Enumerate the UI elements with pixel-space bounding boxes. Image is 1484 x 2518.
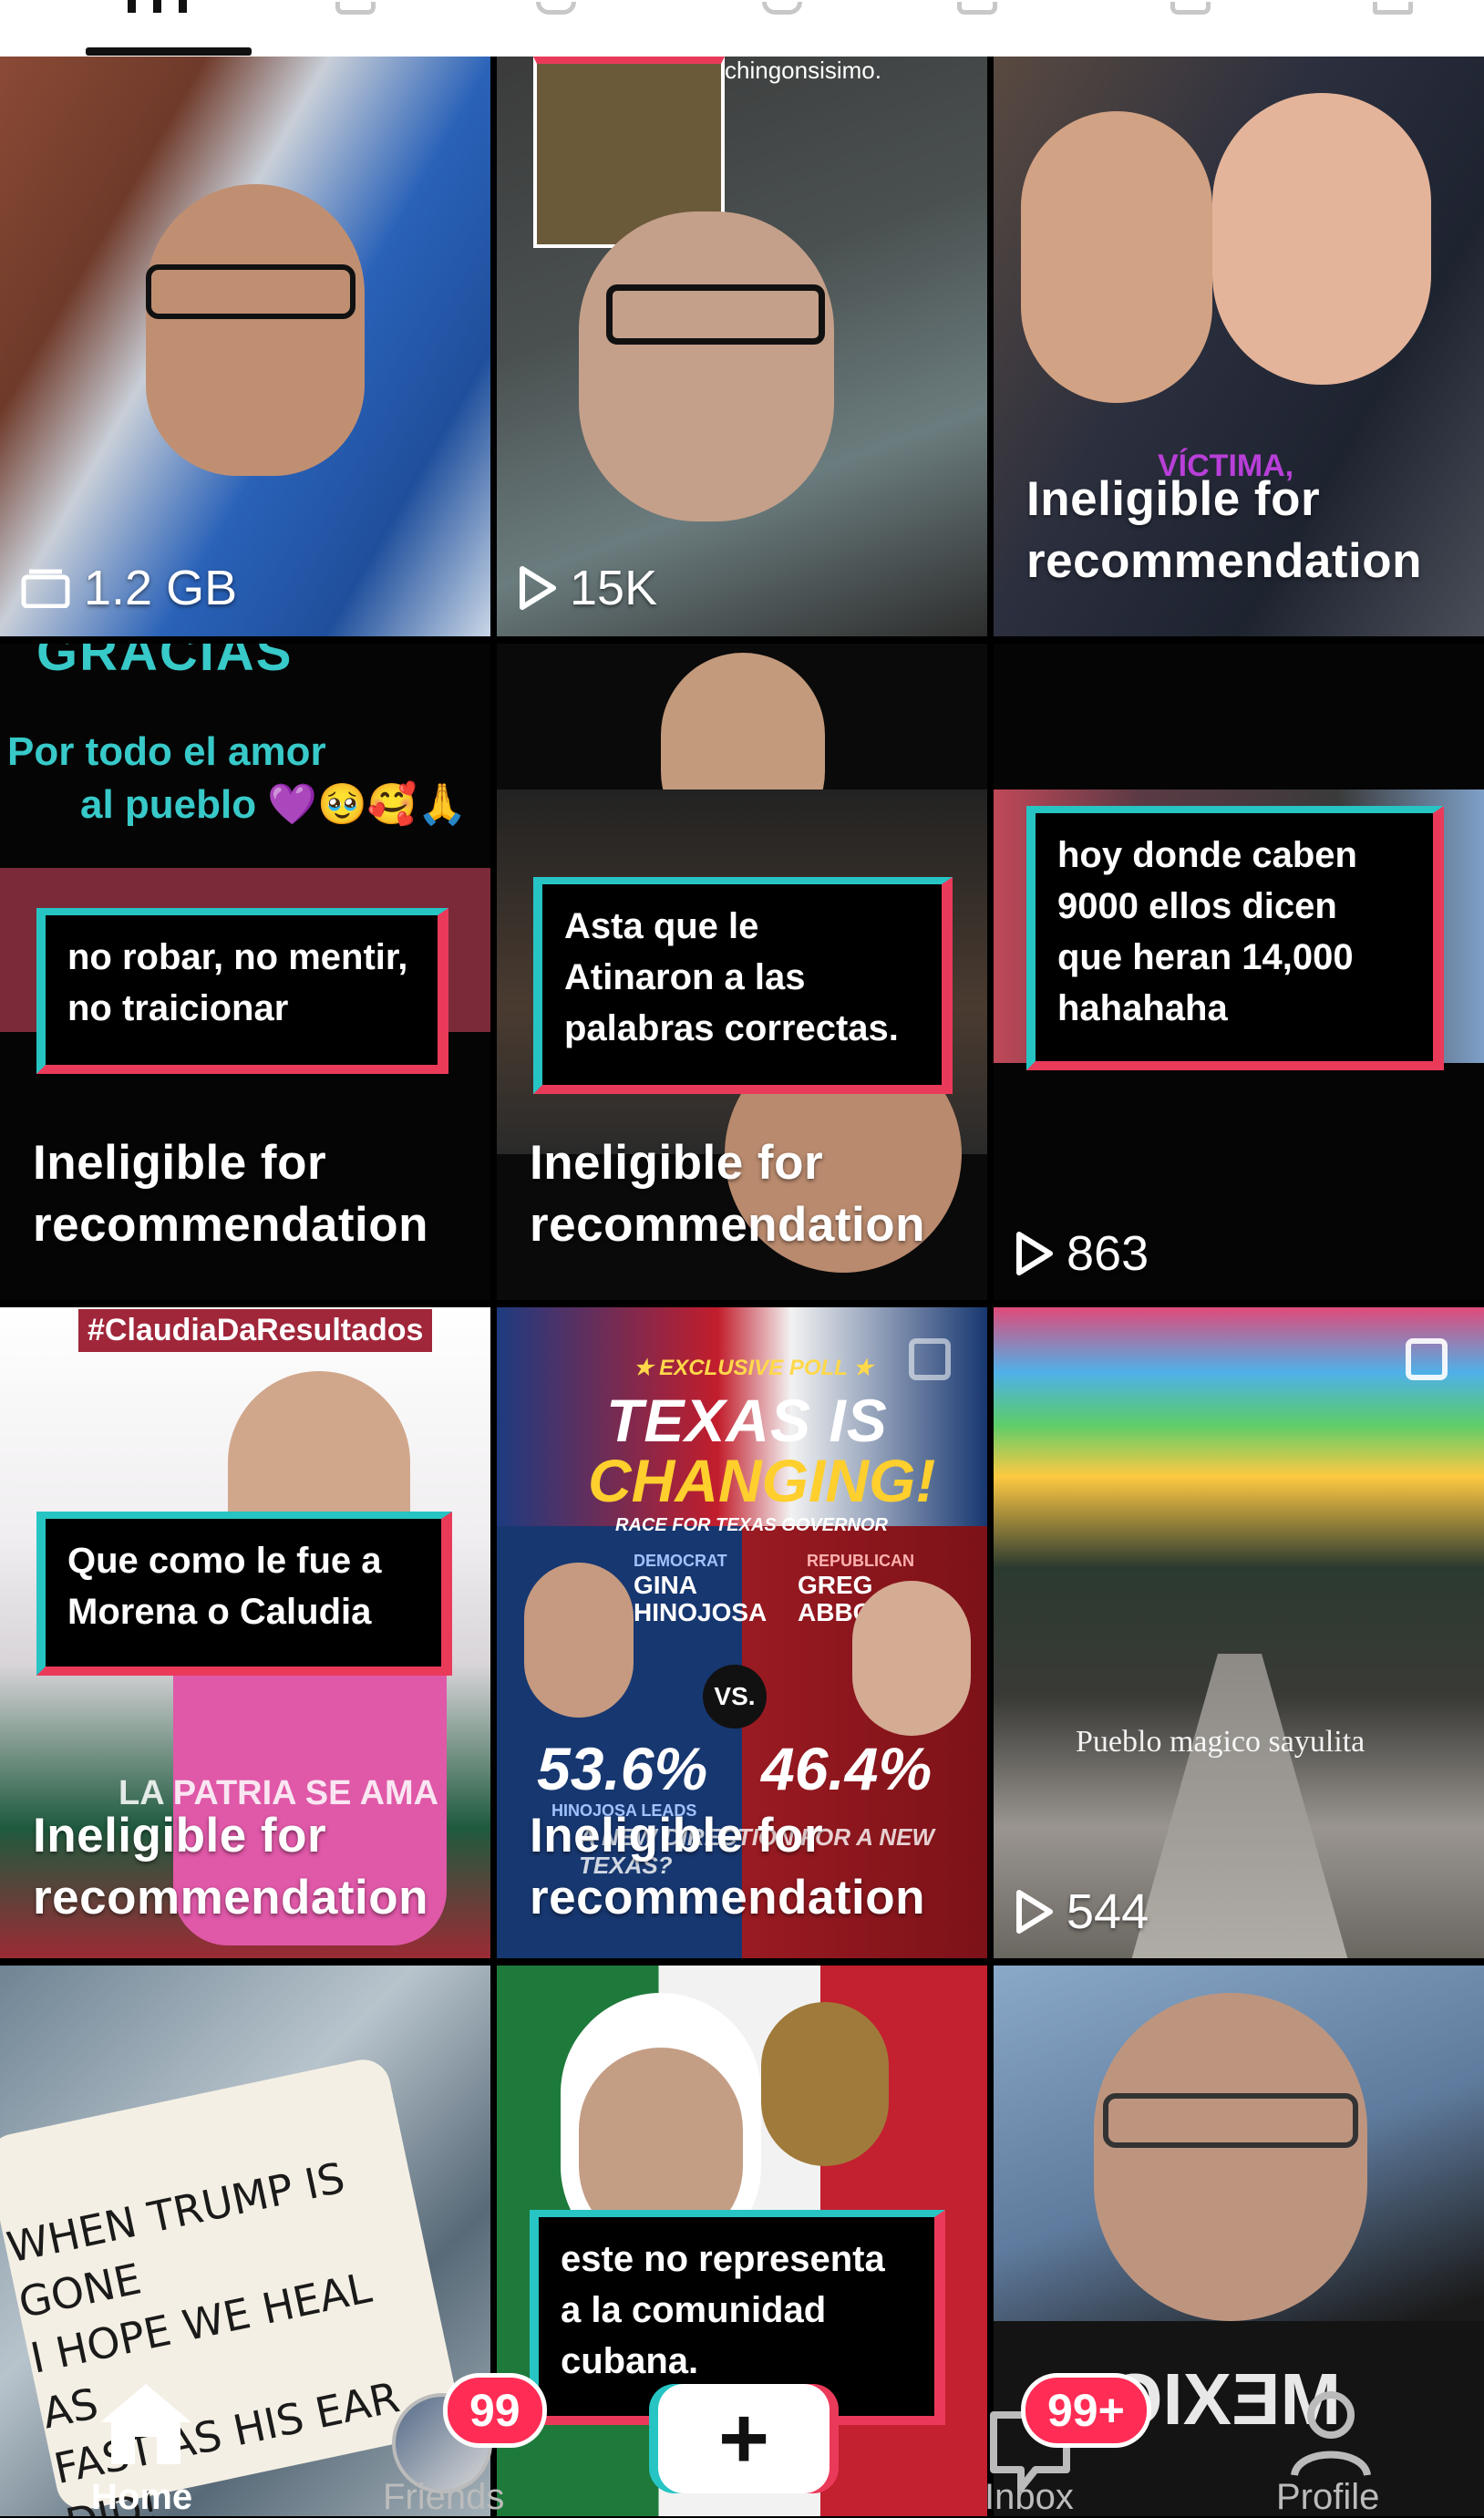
plus-icon: + [717, 2389, 770, 2487]
ineligible-label: Ineligible for recommendation [33, 1809, 429, 1925]
poll-percent-left: 53.6% [537, 1735, 708, 1802]
private-tab[interactable] [957, 0, 997, 15]
grid-item-video[interactable]: #ClaudiaDaResultados Que como le fue a M… [0, 1307, 490, 1958]
grid-item-video[interactable]: ★ EXCLUSIVE POLL ★ TEXAS IS CHANGING! RA… [497, 1307, 987, 1958]
create-button[interactable]: + [658, 2384, 830, 2493]
nav-label: Home [91, 2477, 193, 2517]
nav-home[interactable]: Home [91, 2357, 201, 2517]
notification-badge: 99+ [1021, 2373, 1151, 2448]
text-callout: no robar, no mentir, no traicionar [36, 908, 448, 1074]
play-icon [1016, 1232, 1053, 1275]
grid-item-video[interactable]: Asta que le Atinaron a las palabras corr… [497, 644, 987, 1300]
poll-tag: ★ EXCLUSIVE POLL ★ [634, 1356, 873, 1380]
nav-friends[interactable]: 99 Friends [383, 2357, 565, 2517]
poll-title: TEXAS IS [606, 1387, 888, 1454]
candidate-photo [852, 1581, 971, 1736]
overlay-text: chingonsisimo. [725, 57, 881, 84]
view-count: 544 [1014, 1883, 1149, 1940]
videos-tab[interactable] [128, 0, 191, 13]
view-count: 15K [517, 560, 657, 616]
ineligible-label: Ineligible for recommendation [530, 1809, 926, 1925]
multi-photo-icon [1406, 1338, 1448, 1380]
text-callout: Asta que le Atinaron a las palabras corr… [533, 877, 953, 1094]
poll-title-2: CHANGING! [588, 1447, 936, 1514]
ineligible-label: Ineligible for recommendation [530, 1136, 926, 1252]
overlay-text: Pueblo magico sayulita [1076, 1725, 1365, 1759]
play-icon [1016, 1890, 1053, 1934]
grid-item-video[interactable]: chingonsisimo. 15K [497, 57, 987, 636]
profile-tab-bar [0, 0, 1484, 57]
drafts-size: 1.2 GB [20, 560, 237, 616]
eagle-emblem [761, 2002, 889, 2166]
headline-text: GRACIAS [36, 644, 294, 682]
person-face [146, 184, 365, 476]
candidate-photo [524, 1563, 634, 1718]
hashtag-label: #ClaudiaDaResultados [78, 1309, 433, 1352]
home-icon [100, 2384, 191, 2464]
subheadline: Por todo el amor al pueblo 💜🥹🥰🙏 [7, 729, 468, 827]
person-face [1212, 93, 1431, 385]
text-callout: hoy donde caben 9000 ellos dicen que her… [1026, 806, 1444, 1070]
person-face [1021, 111, 1212, 403]
liked-tab[interactable] [762, 0, 802, 15]
grid-item-video[interactable]: Pueblo magico sayulita 544 [994, 1307, 1484, 1958]
nav-profile[interactable]: Profile [1267, 2357, 1413, 2517]
repost-tab[interactable] [335, 0, 376, 15]
party-label: REPUBLICAN [807, 1552, 915, 1570]
grid-item-video[interactable]: GRACIAS Por todo el amor al pueblo 💜🥹🥰🙏 … [0, 644, 490, 1300]
favorites-tab[interactable] [536, 0, 576, 15]
grid-item-video[interactable]: hoy donde caben 9000 ellos dicen que her… [994, 644, 1484, 1300]
notification-badge: 99 [443, 2373, 547, 2448]
active-tab-indicator [86, 47, 252, 56]
party-label: DEMOCRAT [634, 1552, 727, 1570]
nav-label: Friends [383, 2477, 505, 2517]
profile-icon [1291, 2391, 1371, 2477]
vs-badge: VS. [703, 1665, 767, 1729]
glasses [606, 284, 825, 345]
text-callout: Que como le fue a Morena o Caludia [36, 1512, 452, 1676]
ineligible-label: Ineligible for recommendation [1026, 472, 1423, 588]
grid-item-video[interactable]: VÍCTIMA, Ineligible for recommendation [994, 57, 1484, 636]
grid-item-drafts[interactable]: 1.2 GB [0, 57, 490, 636]
poll-percent-right: 46.4% [761, 1735, 933, 1802]
folder-icon [21, 569, 70, 608]
nav-label: Inbox [984, 2477, 1074, 2517]
play-icon [520, 566, 556, 610]
glasses [146, 264, 356, 319]
candidate-name: GINA HINOJOSA [634, 1571, 768, 1626]
poll-subtitle: RACE FOR TEXAS GOVERNOR [615, 1515, 888, 1535]
nav-inbox[interactable]: 99+ Inbox [984, 2357, 1167, 2517]
person-face [579, 212, 834, 521]
view-count: 863 [1014, 1225, 1149, 1282]
multi-photo-icon [909, 1338, 951, 1380]
glasses [1103, 2093, 1358, 2148]
person-face [1094, 1993, 1367, 2321]
nav-label: Profile [1276, 2477, 1380, 2517]
more-tab[interactable] [1373, 0, 1413, 15]
bottom-navigation: Home 99 Friends + 99+ Inbox Profile [0, 2357, 1484, 2517]
ineligible-label: Ineligible for recommendation [33, 1136, 429, 1252]
collections-tab[interactable] [1170, 0, 1211, 15]
